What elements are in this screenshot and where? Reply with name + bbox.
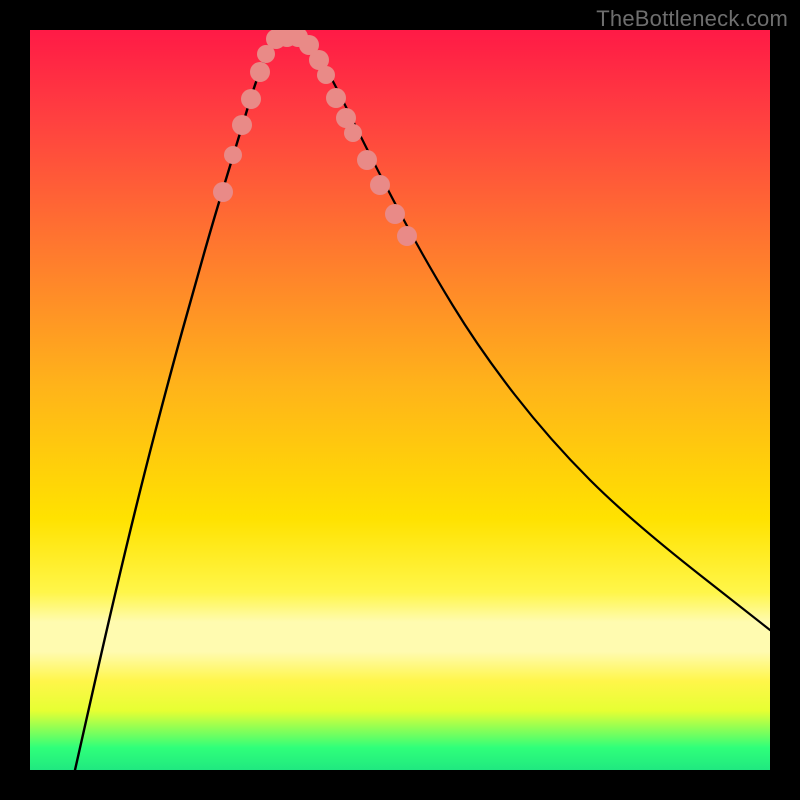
marker-dot (326, 88, 346, 108)
curve-left-branch (75, 40, 275, 770)
marker-dot (241, 89, 261, 109)
marker-dot (232, 115, 252, 135)
marker-dots (213, 30, 417, 246)
bottleneck-curve (75, 40, 770, 770)
marker-dot (213, 182, 233, 202)
marker-dot (250, 62, 270, 82)
marker-dot (357, 150, 377, 170)
plot-area (30, 30, 770, 770)
marker-dot (224, 146, 242, 164)
marker-dot (397, 226, 417, 246)
curve-right-branch (305, 40, 770, 630)
curve-layer (30, 30, 770, 770)
marker-dot (317, 66, 335, 84)
watermark-text: TheBottleneck.com (596, 6, 788, 32)
marker-dot (344, 124, 362, 142)
chart-frame: TheBottleneck.com (0, 0, 800, 800)
marker-dot (370, 175, 390, 195)
marker-dot (385, 204, 405, 224)
